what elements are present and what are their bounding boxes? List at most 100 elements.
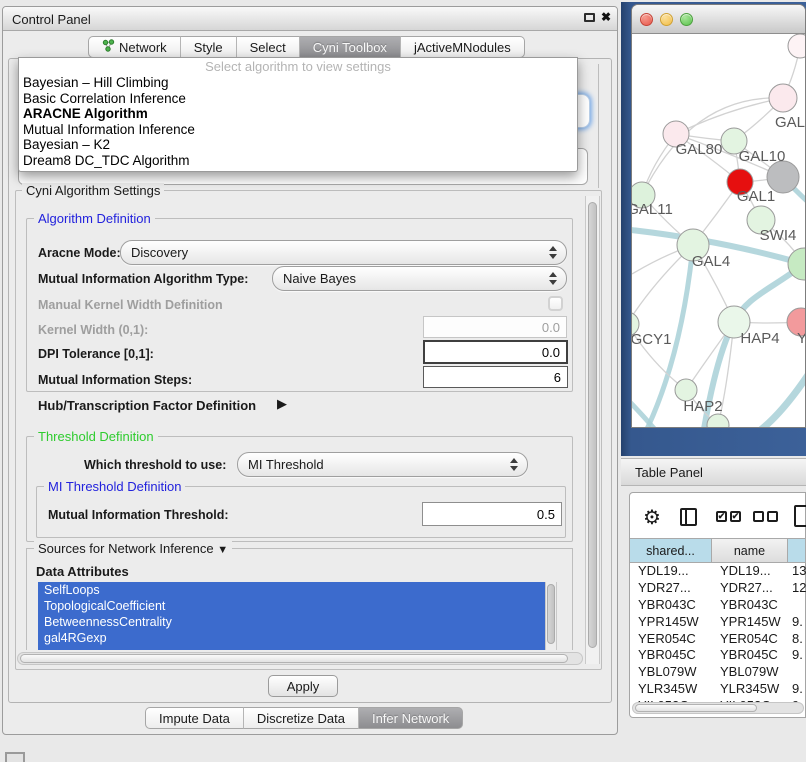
table-cell: 9. [788,681,806,698]
tab-discretize-data[interactable]: Discretize Data [243,707,358,729]
tab-style[interactable]: Style [180,36,236,58]
export-table-icon[interactable] [794,505,806,527]
table-cell [788,597,806,614]
collapsed-panel-icon[interactable] [5,752,25,762]
tab-label: Cyni Toolbox [313,40,387,55]
algorithm-option[interactable]: Mutual Information Inference [19,122,577,138]
kernel-width-input[interactable] [423,316,567,338]
table-cell: YER054C [712,631,788,648]
settings-horizontal-scrollbar-thumb[interactable] [20,654,568,663]
close-window-icon[interactable] [640,13,653,26]
algorithm-option[interactable]: Bayesian – Hill Climbing [19,75,577,91]
sources-group-title[interactable]: Sources for Network Inference ▼ [34,541,232,556]
table-row[interactable]: YDL19...YDL19...13 [630,563,806,580]
data-attribute-item[interactable]: gal4RGexp [38,630,545,646]
network-node[interactable] [707,414,729,428]
table-row[interactable]: YDR27...YDR27...12 [630,580,806,597]
tab-label: Style [194,40,223,55]
float-panel-icon[interactable] [584,13,595,22]
data-attribute-item[interactable]: TopologicalCoefficient [38,598,545,614]
cyni-bottom-tab-strip: Impute DataDiscretize DataInfer Network [145,707,463,729]
aracne-mode-label: Aracne Mode: [38,246,121,260]
algorithm-option[interactable]: Dream8 DC_TDC Algorithm [19,153,577,169]
aracne-mode-combo[interactable]: Discovery [120,240,567,265]
table-cell: YDR27... [630,580,712,597]
expander-right-arrow-icon[interactable]: ▶ [277,396,287,412]
column-header-clipped[interactable] [788,538,806,563]
network-view-window: GALGAL80GAL10GAL1GAL11SWI4GAL4YGCY1HAP4H… [631,4,806,428]
dpi-tolerance-input[interactable] [423,340,568,364]
tab-infer-network[interactable]: Infer Network [358,707,463,729]
tab-cyni-toolbox[interactable]: Cyni Toolbox [299,36,400,58]
mi-algorithm-type-value: Naive Bayes [283,271,356,286]
node-label-swi4: SWI4 [760,227,797,244]
table-cell: 12 [788,580,806,597]
network-node[interactable] [788,34,805,58]
table-row[interactable]: YER054CYER054C8. [630,631,806,648]
algorithm-option[interactable]: ARACNE Algorithm [19,106,577,122]
tab-jactivemnodules[interactable]: jActiveMNodules [400,36,525,58]
table-cell: YDR27... [712,580,788,597]
column-header-shared...[interactable]: shared... [630,538,712,563]
hub-factor-expander-label[interactable]: Hub/Transcription Factor Definition [38,398,256,413]
close-panel-icon[interactable]: ✖ [601,10,611,24]
control-panel-tab-strip: Network Style Select Cyni Toolbox jActiveMNo… [88,36,525,58]
column-header-name[interactable]: name [712,538,788,563]
expander-down-arrow-icon[interactable]: ▼ [217,544,228,556]
manual-kernel-width-label: Manual Kernel Width Definition [38,298,223,312]
table-cell: YBR043C [712,597,788,614]
tab-impute-data[interactable]: Impute Data [145,707,243,729]
attributes-list-scrollbar[interactable] [545,582,557,650]
table-row[interactable]: YLR345WYLR345W9. [630,681,806,698]
select-all-columns-icon[interactable]: ✔✔ [716,511,744,522]
tab-network[interactable]: Network [88,36,180,58]
data-attributes-list[interactable]: SelfLoopsTopologicalCoefficientBetweenne… [38,582,545,650]
minimize-window-icon[interactable] [660,13,673,26]
network-edge-highlighted[interactable] [758,372,805,428]
gear-icon[interactable]: ⚙ [642,506,662,528]
table-row[interactable]: YPR145WYPR145W9. [630,614,806,631]
algorithm-option[interactable]: Basic Correlation Inference [19,91,577,107]
table-row[interactable]: YBR045CYBR045C9. [630,647,806,664]
tab-label: jActiveMNodules [414,40,511,55]
settings-horizontal-scrollbar[interactable] [17,652,583,665]
settings-vertical-scrollbar-thumb[interactable] [588,202,597,648]
which-threshold-label: Which threshold to use: [84,458,226,472]
network-window-titlebar [632,5,805,34]
table-cell: 13 [788,563,806,580]
zoom-window-icon[interactable] [680,13,693,26]
table-horizontal-scrollbar[interactable] [632,702,804,714]
which-threshold-combo[interactable]: MI Threshold [237,452,528,477]
table-cell: 9. [788,647,806,664]
which-threshold-value: MI Threshold [248,457,324,472]
node-label-gal4: GAL4 [692,253,730,270]
network-node-gal[interactable] [769,84,797,112]
deselect-all-columns-icon[interactable] [753,511,781,522]
table-cell: YBL079W [630,664,712,681]
mi-steps-input[interactable] [423,366,568,388]
table-row[interactable]: YBR043CYBR043C [630,597,806,614]
attributes-list-scrollbar-thumb[interactable] [547,584,555,644]
mi-threshold-input[interactable] [422,502,562,526]
node-label-gal80: GAL80 [676,141,723,158]
settings-vertical-scrollbar[interactable] [585,196,600,664]
manual-kernel-width-checkbox[interactable] [548,296,563,311]
table-horizontal-scrollbar-thumb[interactable] [635,704,757,712]
mi-algorithm-type-combo[interactable]: Naive Bayes [272,266,567,291]
table-header-row: shared...name [630,538,806,563]
kernel-width-label: Kernel Width (0,1): [38,323,148,337]
data-attribute-item[interactable]: SelfLoops [38,582,545,598]
table-row[interactable]: YBL079WYBL079W [630,664,806,681]
data-attributes-label: Data Attributes [36,564,129,579]
node-label-hap2: HAP2 [683,398,722,415]
data-attribute-item[interactable]: BetweennessCentrality [38,614,545,630]
table-body: YDL19...YDL19...13YDR27...YDR27...12YBR0… [630,563,806,702]
mi-threshold-label: Mutual Information Threshold: [48,508,229,522]
apply-button[interactable]: Apply [268,675,338,697]
table-cell: YBR045C [630,647,712,664]
column-pane-icon[interactable] [680,508,697,526]
network-canvas[interactable]: GALGAL80GAL10GAL1GAL11SWI4GAL4YGCY1HAP4H… [632,34,805,428]
algorithm-option[interactable]: Bayesian – K2 [19,137,577,153]
tab-select[interactable]: Select [236,36,299,58]
table-cell: YLR345W [712,681,788,698]
